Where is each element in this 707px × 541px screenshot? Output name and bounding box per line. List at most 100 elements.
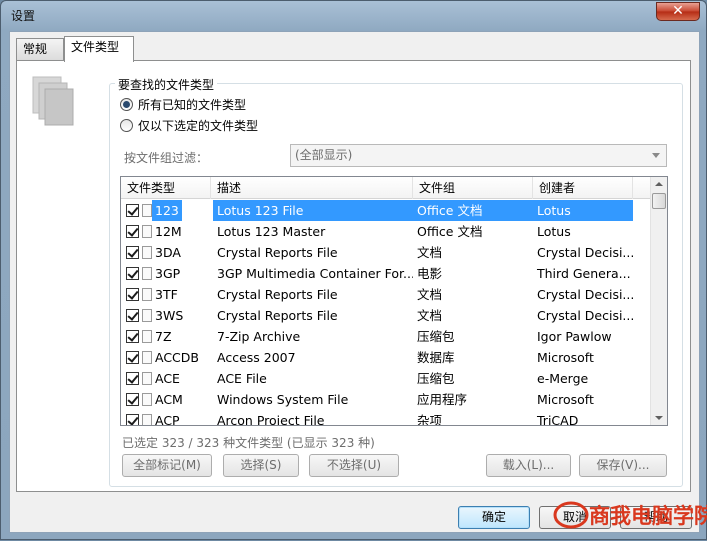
column-header-description[interactable]: 描述	[211, 177, 413, 199]
table-row[interactable]: 12M Lotus 123 Master Office 文档 Lotus	[121, 221, 651, 242]
column-header-type[interactable]: 文件类型	[121, 177, 211, 199]
checkbox-checked-icon[interactable]	[126, 267, 139, 280]
window-title: 设置	[11, 9, 36, 23]
column-header-creator[interactable]: 创建者	[533, 177, 633, 199]
file-extension: ACP	[155, 413, 180, 426]
row-creator: Crystal Decisi...	[537, 287, 633, 302]
file-extension: 3GP	[155, 266, 181, 281]
table-row[interactable]: 7Z 7-Zip Archive 压缩包 Igor Pawlow	[121, 326, 651, 347]
checkbox-checked-icon[interactable]	[126, 246, 139, 259]
table-row[interactable]: 3WS Crystal Reports File 文档 Crystal Decisi.…	[121, 305, 651, 326]
scroll-thumb[interactable]	[652, 193, 666, 209]
row-group: 电影	[417, 266, 443, 281]
title-bar[interactable]: 设置 ✕	[1, 1, 706, 29]
radio-all-known-types[interactable]: 所有已知的文件类型	[120, 96, 246, 112]
mark-all-button[interactable]: 全部标记(M)	[122, 454, 212, 477]
scroll-down-icon[interactable]	[655, 416, 663, 420]
file-icon	[142, 288, 152, 301]
file-icon	[142, 309, 152, 322]
checkbox-checked-icon[interactable]	[126, 414, 139, 425]
filter-combobox[interactable]: (全部显示)	[290, 144, 667, 167]
filter-value: (全部显示)	[295, 148, 353, 162]
radio-all-dot[interactable]	[120, 97, 133, 111]
file-icon	[142, 414, 152, 425]
row-type-cell: 12M	[121, 221, 213, 242]
file-extension: 123	[152, 200, 182, 221]
file-extension: ACM	[155, 392, 183, 407]
tab-file-types[interactable]: 文件类型	[64, 36, 134, 62]
vertical-scrollbar[interactable]	[650, 177, 667, 425]
row-description: 7-Zip Archive	[217, 329, 301, 344]
tab-general[interactable]: 常规	[16, 38, 64, 60]
row-type-cell: 3DA	[121, 242, 213, 263]
row-group: 文档	[417, 245, 443, 260]
table-row[interactable]: ACCDB Access 2007 数据库 Microsoft	[121, 347, 651, 368]
row-description: Crystal Reports File	[217, 287, 338, 302]
file-extension: 7Z	[155, 329, 172, 344]
row-type-cell: ACP	[121, 410, 213, 426]
row-description: Crystal Reports File	[217, 245, 338, 260]
row-creator: Third Genera...	[537, 266, 631, 281]
checkbox-checked-icon[interactable]	[126, 225, 139, 238]
row-description: Arcon Project File	[217, 413, 325, 426]
row-description: Access 2007	[217, 350, 296, 365]
row-creator: Crystal Decisi...	[537, 308, 633, 323]
row-group: 应用程序	[417, 392, 468, 407]
row-type-cell: 3TF	[121, 284, 213, 305]
watermark-swirl-icon	[553, 501, 589, 529]
checkbox-checked-icon[interactable]	[126, 351, 139, 364]
row-creator: Microsoft	[537, 350, 594, 365]
watermark-logo: 商我电脑学院	[553, 501, 707, 529]
scroll-up-icon[interactable]	[655, 182, 663, 186]
checkbox-checked-icon[interactable]	[126, 372, 139, 385]
table-row[interactable]: 123 Lotus 123 File Office 文档 Lotus	[121, 200, 651, 221]
row-description: Lotus 123 Master	[217, 224, 326, 239]
table-row[interactable]: 3TF Crystal Reports File 文档 Crystal Decisi.…	[121, 284, 651, 305]
files-icon	[32, 76, 74, 126]
list-header: 文件类型 描述 文件组 创建者	[121, 177, 651, 199]
checkbox-checked-icon[interactable]	[126, 393, 139, 406]
load-button[interactable]: 载入(L)...	[486, 454, 571, 477]
row-creator: Lotus	[537, 224, 571, 239]
row-type-cell: 3WS	[121, 305, 213, 326]
close-button[interactable]: ✕	[656, 2, 700, 21]
unselect-button[interactable]: 不选择(U)	[309, 454, 399, 477]
row-creator: TriCAD	[537, 413, 579, 426]
file-icon	[142, 351, 152, 364]
select-button[interactable]: 选择(S)	[223, 454, 299, 477]
ok-button[interactable]: 确定	[458, 506, 530, 529]
checkbox-checked-icon[interactable]	[126, 288, 139, 301]
table-row[interactable]: 3GP 3GP Multimedia Container For... 电影 Thir…	[121, 263, 651, 284]
list-rows: 123 Lotus 123 File Office 文档 Lotus 12M Lotus …	[121, 200, 651, 426]
table-row[interactable]: 3DA Crystal Reports File 文档 Crystal Decisi.…	[121, 242, 651, 263]
checkbox-checked-icon[interactable]	[126, 204, 139, 217]
checkbox-checked-icon[interactable]	[126, 330, 139, 343]
table-row[interactable]: ACP Arcon Project File 杂项 TriCAD	[121, 410, 651, 426]
file-types-panel: 要查找的文件类型 所有已知的文件类型 仅以下选定的文件类型 按文件组过滤： (全…	[16, 60, 691, 492]
file-icon	[142, 225, 152, 238]
radio-all-label: 所有已知的文件类型	[138, 97, 247, 112]
group-title: 要查找的文件类型	[115, 76, 218, 93]
file-icon	[142, 372, 152, 385]
row-group: Office 文档	[413, 200, 533, 221]
chevron-down-icon[interactable]	[652, 153, 660, 158]
watermark-text: 商我电脑学院	[589, 504, 707, 528]
row-type-cell: 123	[121, 200, 213, 221]
radio-selected-dot[interactable]	[120, 118, 133, 132]
file-extension: ACCDB	[155, 350, 199, 365]
row-creator: Igor Pawlow	[537, 329, 612, 344]
radio-selected-types[interactable]: 仅以下选定的文件类型	[120, 117, 258, 133]
file-extension: 3DA	[155, 245, 181, 260]
row-creator: Crystal Decisi...	[537, 245, 633, 260]
table-row[interactable]: ACE ACE File 压缩包 e-Merge	[121, 368, 651, 389]
file-icon	[142, 330, 152, 343]
file-types-list[interactable]: 文件类型 描述 文件组 创建者 123 Lotus 123 File Office …	[120, 176, 668, 426]
column-header-group[interactable]: 文件组	[413, 177, 533, 199]
row-group: 杂项	[417, 413, 443, 426]
table-row[interactable]: ACM Windows System File 应用程序 Microsoft	[121, 389, 651, 410]
file-extension: 3TF	[155, 287, 178, 302]
settings-window: 设置 ✕ 常规 文件类型 要查找的文件类型 所有已知的文件类型 仅以下选定的文件…	[0, 0, 707, 540]
checkbox-checked-icon[interactable]	[126, 309, 139, 322]
save-button[interactable]: 保存(V)...	[579, 454, 667, 477]
selection-status: 已选定 323 / 323 种文件类型 (已显示 323 种)	[122, 436, 375, 450]
